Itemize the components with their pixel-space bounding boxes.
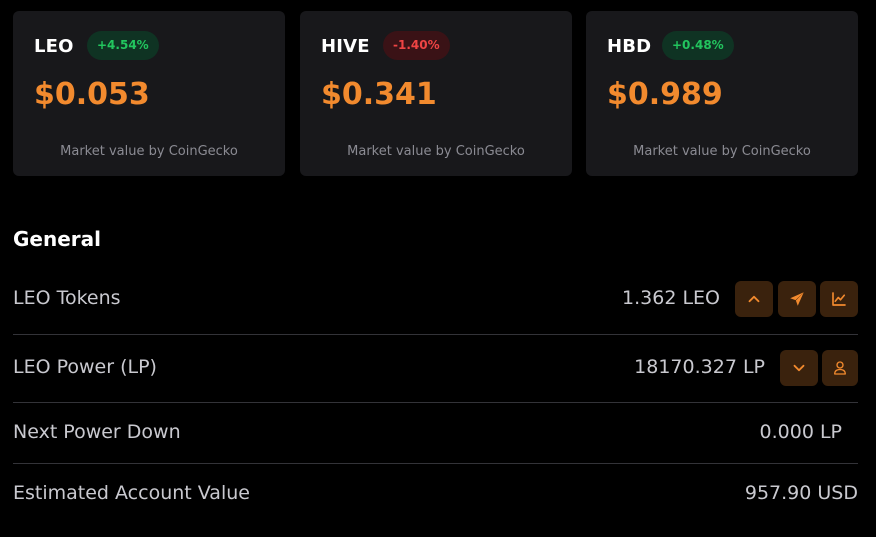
row-value: 0.000 LP bbox=[759, 421, 842, 443]
row-value: 957.90 USD bbox=[744, 482, 858, 504]
section-title: General bbox=[13, 227, 101, 251]
balance-row-leo-tokens: LEO Tokens 1.362 LEO bbox=[13, 287, 858, 313]
token-symbol: HBD bbox=[607, 36, 652, 57]
delegate-button[interactable] bbox=[822, 350, 858, 386]
divider bbox=[13, 402, 858, 403]
change-badge: +0.48% bbox=[662, 31, 734, 60]
price-card-hive: HIVE -1.40% $0.341 Market value by CoinG… bbox=[300, 11, 572, 176]
row-value: 1.362 LEO bbox=[622, 287, 720, 309]
chevron-up-icon bbox=[748, 295, 760, 303]
row-label: Next Power Down bbox=[13, 421, 181, 443]
row-label: LEO Power (LP) bbox=[13, 356, 157, 378]
user-icon bbox=[834, 361, 846, 375]
token-symbol: HIVE bbox=[321, 36, 370, 57]
token-price: $0.989 bbox=[607, 77, 723, 112]
send-button[interactable] bbox=[778, 281, 816, 317]
row-label: LEO Tokens bbox=[13, 287, 121, 309]
price-source: Market value by CoinGecko bbox=[347, 144, 525, 159]
power-down-button[interactable] bbox=[780, 350, 818, 386]
token-price: $0.341 bbox=[321, 77, 437, 112]
balance-row-next-power-down: Next Power Down 0.000 LP bbox=[13, 421, 858, 447]
price-cards: LEO +4.54% $0.053 Market value by CoinGe… bbox=[13, 11, 858, 176]
balance-row-estimated-value: Estimated Account Value 957.90 USD bbox=[13, 482, 858, 508]
price-card-leo: LEO +4.54% $0.053 Market value by CoinGe… bbox=[13, 11, 285, 176]
send-icon bbox=[790, 292, 804, 306]
price-source: Market value by CoinGecko bbox=[633, 144, 811, 159]
row-label: Estimated Account Value bbox=[13, 482, 250, 504]
balance-row-leo-power: LEO Power (LP) 18170.327 LP bbox=[13, 356, 858, 382]
trade-chart-button[interactable] bbox=[820, 281, 858, 317]
price-source: Market value by CoinGecko bbox=[60, 144, 238, 159]
chart-line-icon bbox=[832, 292, 846, 306]
price-card-hbd: HBD +0.48% $0.989 Market value by CoinGe… bbox=[586, 11, 858, 176]
change-badge: +4.54% bbox=[87, 31, 159, 60]
row-value: 18170.327 LP bbox=[634, 356, 765, 378]
token-price: $0.053 bbox=[34, 77, 150, 112]
divider bbox=[13, 463, 858, 464]
change-badge: -1.40% bbox=[383, 31, 450, 60]
power-up-button[interactable] bbox=[735, 281, 773, 317]
divider bbox=[13, 334, 858, 335]
token-symbol: LEO bbox=[34, 36, 74, 57]
chevron-down-icon bbox=[793, 364, 805, 372]
